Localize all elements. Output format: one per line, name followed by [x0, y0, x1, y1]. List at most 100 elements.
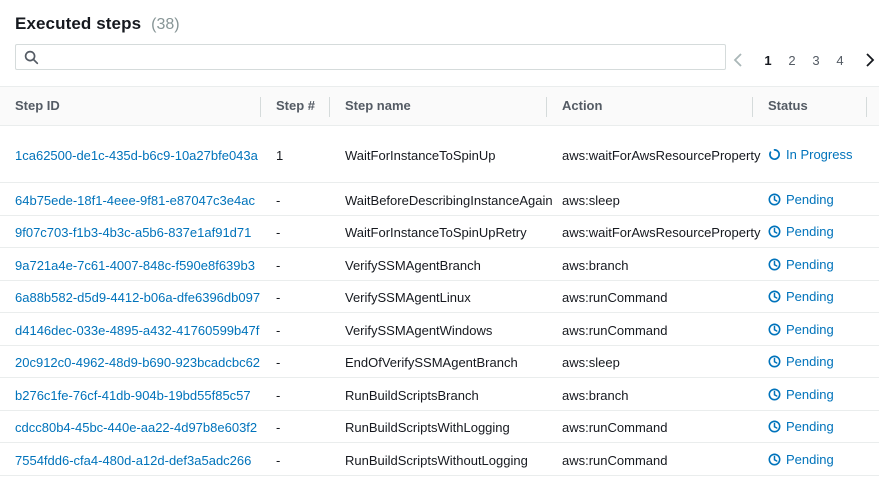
clock-icon	[768, 290, 781, 303]
step-id-link[interactable]: 7554fdd6-cfa4-480d-a12d-def3a5adc266	[15, 453, 251, 468]
step-number: -	[276, 323, 281, 338]
step-name: VerifySSMAgentBranch	[345, 258, 481, 273]
column-divider[interactable]	[866, 97, 867, 117]
step-name: EndOfVerifySSMAgentBranch	[345, 355, 518, 370]
step-action: aws:branch	[562, 388, 629, 403]
next-page-button[interactable]	[862, 52, 878, 68]
step-number: -	[276, 453, 281, 468]
step-action: aws:waitForAwsResourceProperty	[562, 225, 761, 240]
step-name: RunBuildScriptsWithLogging	[345, 420, 510, 435]
status-label: Pending	[786, 354, 834, 369]
table-row: d4146dec-033e-4895-a432-41760599b47f - Ver…	[0, 313, 879, 346]
status-label: Pending	[786, 387, 834, 402]
section-header: Executed steps (38)	[15, 14, 180, 34]
clock-icon	[768, 323, 781, 336]
step-id-link[interactable]: 6a88b582-d5d9-4412-b06a-dfe6396db097	[15, 290, 260, 305]
table-row: 9f07c703-f1b3-4b3c-a5b6-837e1af91d71 - Wai…	[0, 216, 879, 248]
step-action: aws:runCommand	[562, 453, 668, 468]
step-name: WaitBeforeDescribingInstanceAgain	[345, 193, 553, 208]
step-number: -	[276, 388, 281, 403]
step-id-link[interactable]: 1ca62500-de1c-435d-b6c9-10a27bfe043a	[15, 148, 258, 163]
step-number: -	[276, 420, 281, 435]
status-label: In Progress	[786, 147, 853, 162]
section-title: Executed steps	[15, 14, 142, 33]
clock-icon	[768, 193, 781, 206]
step-id-link[interactable]: 9a721a4e-7c61-4007-848c-f590e8f639b3	[15, 258, 255, 273]
step-name: RunBuildScriptsBranch	[345, 388, 479, 403]
step-name: RunBuildScriptsWithoutLogging	[345, 453, 528, 468]
table-row: 6a88b582-d5d9-4412-b06a-dfe6396db097 - Ver…	[0, 281, 879, 313]
step-action: aws:runCommand	[562, 290, 668, 305]
previous-page-button[interactable]	[730, 52, 746, 68]
step-id-link[interactable]: cdcc80b4-45bc-440e-aa22-4d97b8e603f2	[15, 420, 257, 435]
step-id-link[interactable]: 64b75ede-18f1-4eee-9f81-e87047c3e4ac	[15, 193, 255, 208]
step-name: VerifySSMAgentWindows	[345, 323, 493, 338]
status-indicator: Pending	[768, 419, 834, 434]
status-indicator: Pending	[768, 452, 834, 467]
step-action: aws:sleep	[562, 193, 620, 208]
search-box[interactable]	[15, 44, 726, 70]
pagination: 1 2 3 4	[728, 50, 878, 70]
table-row: 64b75ede-18f1-4eee-9f81-e87047c3e4ac - Wai…	[0, 183, 879, 216]
step-number: -	[276, 193, 281, 208]
step-name: WaitForInstanceToSpinUp	[345, 148, 496, 163]
search-input[interactable]	[46, 47, 716, 67]
table-row: cdcc80b4-45bc-440e-aa22-4d97b8e603f2 - Run…	[0, 411, 879, 443]
table-row: 1ca62500-de1c-435d-b6c9-10a27bfe043a 1 Wai…	[0, 126, 879, 183]
step-number: -	[276, 258, 281, 273]
step-id-link[interactable]: 20c912c0-4962-48d9-b690-923bcadcbc62	[15, 355, 260, 370]
clock-icon	[768, 355, 781, 368]
chevron-right-icon	[866, 53, 875, 67]
status-label: Pending	[786, 419, 834, 434]
spinner-icon	[769, 149, 780, 160]
step-action: aws:waitForAwsResourceProperty	[562, 148, 761, 163]
step-action: aws:sleep	[562, 355, 620, 370]
column-divider[interactable]	[329, 97, 330, 117]
clock-icon	[768, 258, 781, 271]
search-icon	[24, 50, 39, 65]
table-row: 20c912c0-4962-48d9-b690-923bcadcbc62 - End…	[0, 346, 879, 378]
clock-icon	[768, 388, 781, 401]
status-indicator: Pending	[768, 289, 834, 304]
status-indicator: Pending	[768, 257, 834, 272]
column-divider[interactable]	[546, 97, 547, 117]
status-label: Pending	[786, 224, 834, 239]
step-number: -	[276, 225, 281, 240]
status-indicator: Pending	[768, 192, 834, 207]
column-header-step-id[interactable]: Step ID	[15, 87, 60, 125]
table-row: b276c1fe-76cf-41db-904b-19bd55f85c57 - Run…	[0, 378, 879, 411]
step-number: 1	[276, 148, 284, 163]
clock-icon	[768, 453, 781, 466]
step-action: aws:branch	[562, 258, 629, 273]
status-label: Pending	[786, 257, 834, 272]
column-divider[interactable]	[752, 97, 753, 117]
page-4-button[interactable]: 4	[828, 53, 852, 68]
column-header-step-name[interactable]: Step name	[345, 87, 411, 125]
status-label: Pending	[786, 322, 834, 337]
step-action: aws:runCommand	[562, 323, 668, 338]
clock-icon	[768, 420, 781, 433]
chevron-left-icon	[733, 53, 742, 67]
page-3-button[interactable]: 3	[804, 53, 828, 68]
status-indicator: In Progress	[768, 147, 852, 162]
status-indicator: Pending	[768, 354, 834, 369]
step-name: VerifySSMAgentLinux	[345, 290, 471, 305]
column-header-action[interactable]: Action	[562, 87, 602, 125]
step-id-link[interactable]: d4146dec-033e-4895-a432-41760599b47f	[15, 323, 259, 338]
status-label: Pending	[786, 192, 834, 207]
table-row: 9a721a4e-7c61-4007-848c-f590e8f639b3 - Ver…	[0, 248, 879, 281]
column-header-status[interactable]: Status	[768, 87, 808, 125]
status-label: Pending	[786, 289, 834, 304]
table-row: 7554fdd6-cfa4-480d-a12d-def3a5adc266 - Run…	[0, 443, 879, 476]
column-header-step-num[interactable]: Step #	[276, 87, 315, 125]
step-number: -	[276, 355, 281, 370]
status-label: Pending	[786, 452, 834, 467]
clock-icon	[768, 225, 781, 238]
page-2-button[interactable]: 2	[780, 53, 804, 68]
step-id-link[interactable]: b276c1fe-76cf-41db-904b-19bd55f85c57	[15, 388, 251, 403]
column-divider[interactable]	[260, 97, 261, 117]
step-name: WaitForInstanceToSpinUpRetry	[345, 225, 527, 240]
step-id-link[interactable]: 9f07c703-f1b3-4b3c-a5b6-837e1af91d71	[15, 225, 251, 240]
page-1-button[interactable]: 1	[756, 53, 780, 68]
status-indicator: Pending	[768, 224, 834, 239]
